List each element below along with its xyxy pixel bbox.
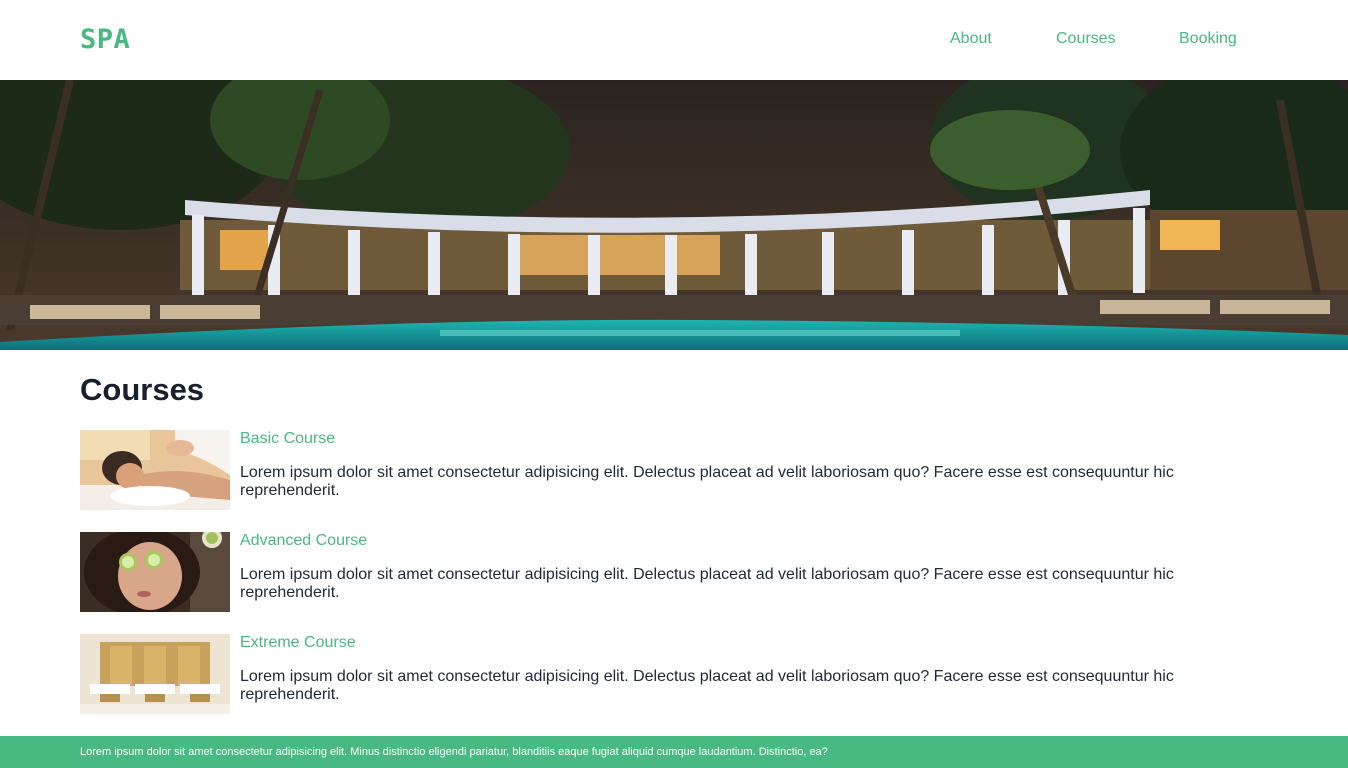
course-title-extreme[interactable]: Extreme Course — [240, 634, 356, 652]
course-description: Lorem ipsum dolor sit amet consectetur a… — [240, 464, 1174, 499]
course-thumbnail-facial — [80, 532, 230, 612]
course-item: Advanced Course Lorem ipsum dolor sit am… — [80, 532, 1270, 612]
nav-link-booking[interactable]: Booking — [1179, 30, 1237, 48]
page-title: Courses — [80, 372, 205, 407]
course-item: Extreme Course Lorem ipsum dolor sit ame… — [80, 634, 1270, 714]
course-description: Lorem ipsum dolor sit amet consectetur a… — [240, 668, 1174, 703]
footer-text: Lorem ipsum dolor sit amet consectetur a… — [80, 746, 828, 758]
logo[interactable]: SPA — [80, 24, 130, 55]
course-title-basic[interactable]: Basic Course — [240, 430, 335, 448]
course-title-advanced[interactable]: Advanced Course — [240, 532, 367, 550]
course-description: Lorem ipsum dolor sit amet consectetur a… — [240, 566, 1174, 601]
course-thumbnail-massage — [80, 430, 230, 510]
nav-link-courses[interactable]: Courses — [1056, 30, 1116, 48]
course-item: Basic Course Lorem ipsum dolor sit amet … — [80, 430, 1270, 510]
hero-image-pool-resort — [0, 80, 1348, 350]
site-footer: Lorem ipsum dolor sit amet consectetur a… — [0, 736, 1348, 768]
nav-link-about[interactable]: About — [950, 30, 992, 48]
site-header: SPA About Courses Booking — [0, 0, 1348, 80]
course-thumbnail-spa-room — [80, 634, 230, 714]
